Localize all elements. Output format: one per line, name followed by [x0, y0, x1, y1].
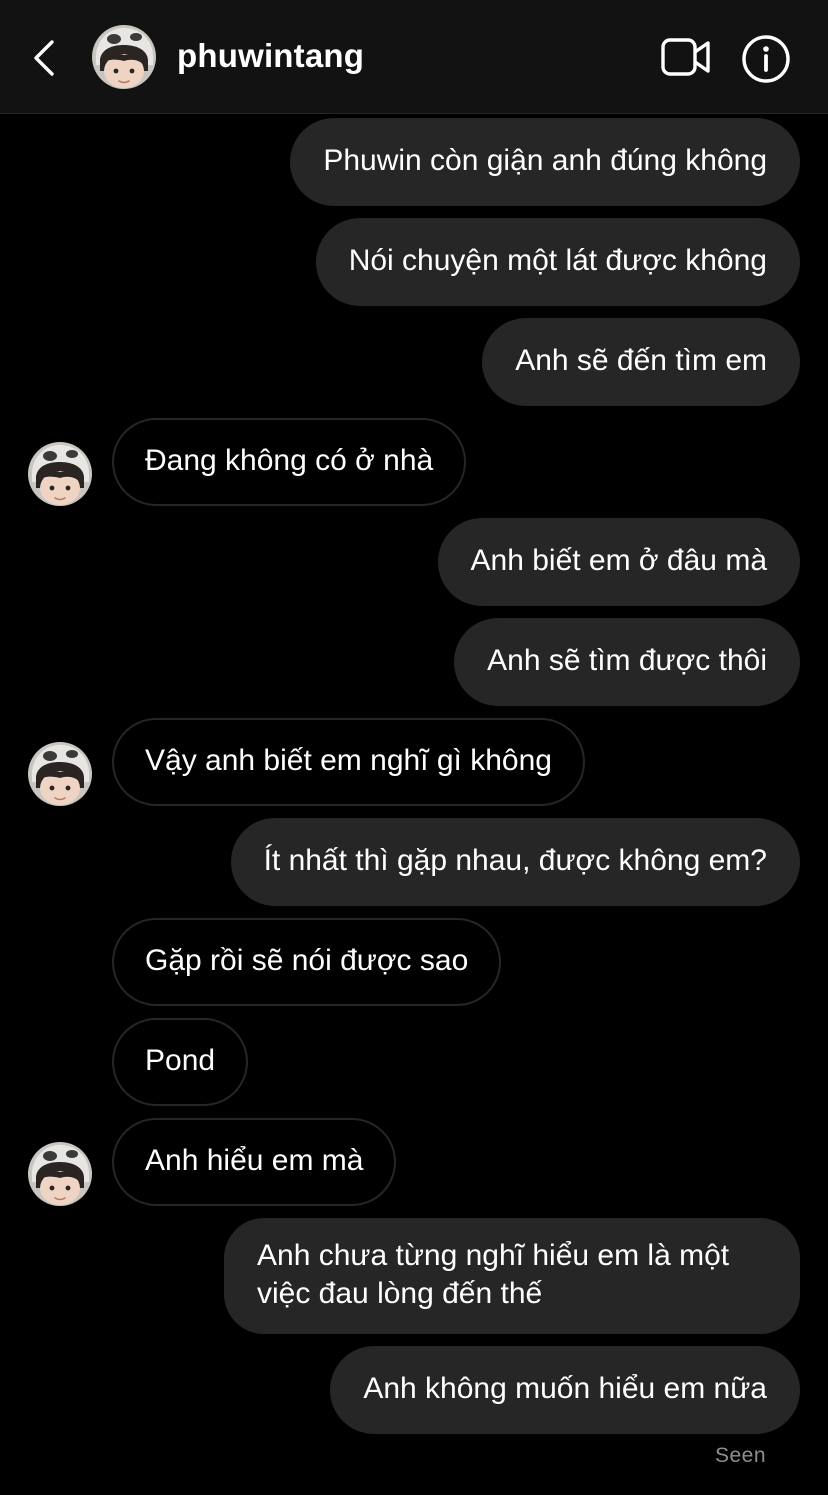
seen-status: Seen — [714, 1444, 766, 1467]
contact-username[interactable]: phuwintang — [177, 36, 364, 76]
info-button[interactable] — [740, 33, 792, 85]
back-button[interactable] — [22, 30, 66, 86]
info-circle-icon — [742, 35, 790, 83]
outgoing-message[interactable]: Anh chưa từng nghĩ hiểu em là một việc đ… — [224, 1218, 800, 1334]
outgoing-message[interactable]: Nói chuyện một lát được không — [315, 218, 800, 306]
outgoing-message[interactable]: Phuwin còn giận anh đúng không — [290, 118, 800, 206]
sender-avatar[interactable] — [28, 742, 92, 806]
message-text: Anh sẽ tìm được thôi — [487, 644, 767, 677]
outgoing-message[interactable]: Anh không muốn hiểu em nữa — [330, 1346, 800, 1434]
outgoing-message[interactable]: Anh sẽ đến tìm em — [482, 318, 800, 406]
message-text: Gặp rồi sẽ nói được sao — [145, 944, 469, 977]
chevron-left-icon — [34, 40, 54, 76]
message-text: Ít nhất thì gặp nhau, được không em? — [263, 844, 767, 877]
video-camera-icon — [661, 38, 710, 76]
incoming-message[interactable]: Anh hiểu em mà — [112, 1118, 397, 1206]
sender-avatar[interactable] — [28, 442, 92, 506]
message-text: Anh sẽ đến tìm em — [515, 344, 767, 377]
message-text: Anh biết em ở đâu mà — [470, 544, 768, 577]
message-text: Đang không có ở nhà — [145, 444, 434, 477]
message-text: Phuwin còn giận anh đúng không — [323, 144, 767, 177]
incoming-message[interactable]: Đang không có ở nhà — [112, 418, 467, 506]
sender-avatar[interactable] — [28, 1142, 92, 1206]
chat-header: phuwintang — [0, 0, 828, 114]
message-text: Nói chuyện một lát được không — [348, 244, 767, 277]
message-text: Anh hiểu em mà — [145, 1144, 364, 1177]
message-text: Vậy anh biết em nghĩ gì không — [145, 744, 552, 777]
incoming-message[interactable]: Vậy anh biết em nghĩ gì không — [112, 718, 585, 806]
contact-avatar[interactable] — [92, 25, 156, 89]
video-call-button[interactable] — [658, 34, 714, 80]
incoming-message[interactable]: Gặp rồi sẽ nói được sao — [112, 918, 502, 1006]
outgoing-message[interactable]: Ít nhất thì gặp nhau, được không em? — [230, 818, 800, 906]
outgoing-message[interactable]: Anh sẽ tìm được thôi — [454, 618, 800, 706]
message-text: Anh không muốn hiểu em nữa — [363, 1372, 767, 1405]
message-text: Anh chưa từng nghĩ hiểu em là một việc đ… — [257, 1239, 730, 1310]
outgoing-message[interactable]: Anh biết em ở đâu mà — [437, 518, 800, 606]
message-text: Pond — [145, 1044, 216, 1077]
incoming-message[interactable]: Pond — [112, 1018, 249, 1106]
